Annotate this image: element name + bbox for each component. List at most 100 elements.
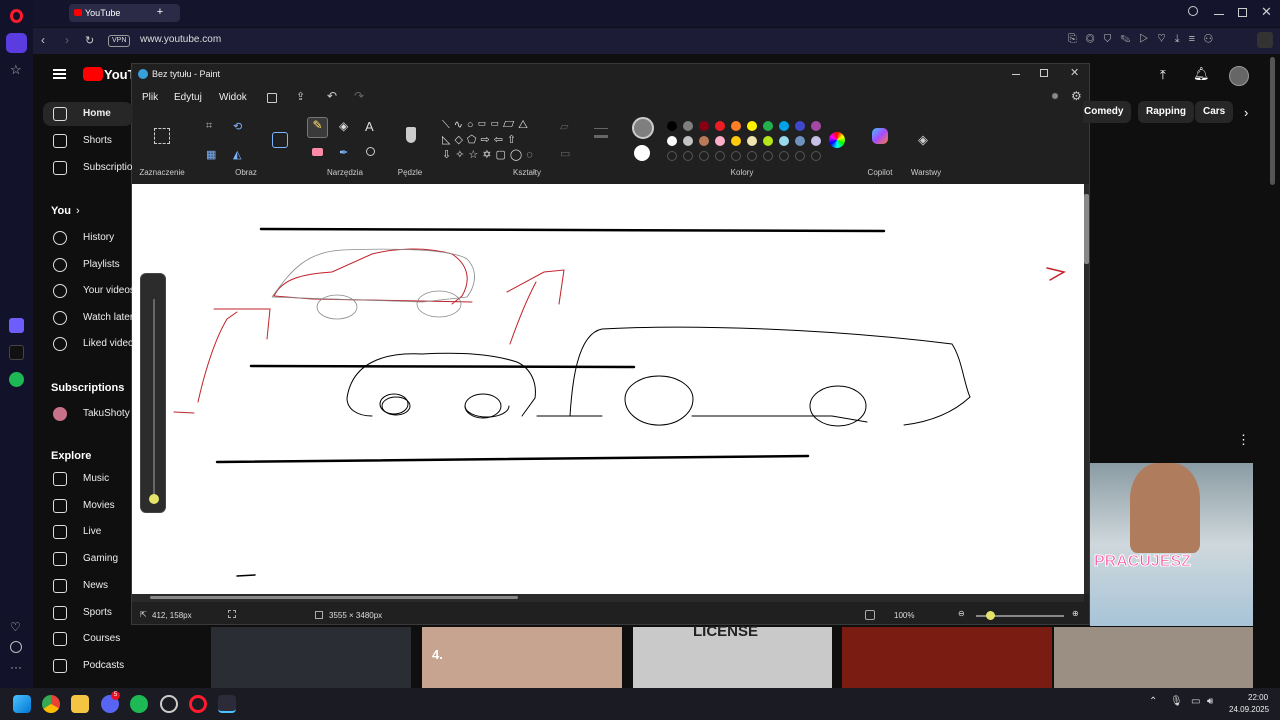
flip-icon[interactable]: ◭ [233, 148, 241, 161]
palette-color[interactable] [731, 136, 741, 146]
home-icon[interactable] [6, 33, 27, 53]
menu-file[interactable]: Plik [142, 92, 158, 103]
yt-you-item[interactable]: History [43, 226, 133, 250]
yt-scrollbar[interactable] [1270, 57, 1275, 185]
tiktok-icon[interactable] [9, 345, 24, 360]
palette-empty-slot[interactable] [811, 151, 821, 161]
yt-explore-item[interactable]: Courses [43, 627, 133, 651]
layers-icon[interactable]: ◈ [918, 132, 928, 148]
notifications-icon[interactable]: 🔔︎ [1193, 66, 1210, 82]
palette-color[interactable] [667, 136, 677, 146]
palette-color[interactable] [779, 136, 789, 146]
thumbnail-2[interactable]: 4. [422, 627, 622, 688]
palette-empty-slot[interactable] [795, 151, 805, 161]
palette-color[interactable] [763, 121, 773, 131]
yt-explore-item[interactable]: Podcasts [43, 654, 133, 678]
star-icon[interactable]: ☆ [10, 62, 22, 78]
yt-you-item[interactable]: Watch later [43, 306, 133, 330]
reload-icon[interactable]: ↻ [85, 34, 94, 47]
subscription-channel[interactable]: TakuShoty [43, 402, 133, 426]
yt-explore-item[interactable]: Music [43, 467, 133, 491]
palette-color[interactable] [683, 136, 693, 146]
paint-minimize-icon[interactable] [1012, 74, 1020, 75]
palette-color[interactable] [731, 121, 741, 131]
canvas-scroll-horizontal[interactable] [132, 594, 1084, 602]
clock-time[interactable]: 22:00 [1248, 693, 1268, 702]
paint-maximize-icon[interactable] [1040, 69, 1048, 77]
search-tabs-icon[interactable] [1188, 6, 1198, 16]
yt-you-item[interactable]: Your videos [43, 279, 133, 303]
maximize-icon[interactable] [1238, 8, 1247, 17]
heart-icon[interactable]: ♡ [10, 620, 21, 634]
palette-color[interactable] [667, 121, 677, 131]
menu-edit[interactable]: Edytuj [174, 92, 202, 103]
redo-icon[interactable]: ↷ [354, 89, 364, 103]
zoom-level[interactable]: 100% [894, 611, 914, 620]
zoom-out-icon[interactable]: ⊖ [958, 609, 965, 618]
drawing-canvas[interactable] [132, 184, 1084, 594]
brush-icon[interactable] [406, 127, 416, 143]
microphone-icon[interactable]: 🎙︎ [1170, 696, 1183, 707]
subscriptions-header[interactable]: Subscriptions [51, 382, 124, 394]
palette-empty-slot[interactable] [683, 151, 693, 161]
undo-icon[interactable]: ↶ [327, 89, 337, 103]
palette-empty-slot[interactable] [699, 151, 709, 161]
chips-next-icon[interactable]: › [1244, 105, 1248, 120]
back-icon[interactable]: ‹ [41, 33, 45, 47]
palette-color[interactable] [811, 136, 821, 146]
palette-color[interactable] [715, 136, 725, 146]
brush-size-slider[interactable] [140, 273, 166, 513]
windows-start-icon[interactable] [13, 695, 31, 713]
opera-taskbar-icon[interactable] [189, 695, 207, 713]
secondary-color-swatch[interactable] [634, 145, 650, 161]
size-icon[interactable] [594, 128, 608, 138]
network-icon[interactable]: ▭ [1191, 696, 1200, 707]
forward-icon[interactable]: › [65, 33, 69, 47]
menu-view[interactable]: Widok [219, 92, 247, 103]
more-icon[interactable]: ··· [10, 660, 22, 674]
eraser-icon[interactable] [312, 148, 323, 156]
zoom-in-icon[interactable]: ⊕ [1072, 609, 1079, 618]
palette-color[interactable] [747, 121, 757, 131]
menu-icon[interactable] [53, 69, 66, 79]
yt-nav-shorts[interactable]: Shorts [43, 129, 133, 153]
palette-empty-slot[interactable] [667, 151, 677, 161]
upload-icon[interactable]: ⤒ [1160, 67, 1166, 83]
outline-icon[interactable]: ▱ [560, 120, 568, 133]
yt-nav-subscriptions[interactable]: Subscriptions [43, 156, 133, 180]
thumbnail-1[interactable] [211, 627, 411, 688]
slider-thumb[interactable] [149, 494, 159, 504]
yt-you-item[interactable]: Playlists [43, 253, 133, 277]
palette-empty-slot[interactable] [779, 151, 789, 161]
extensions-icons[interactable]: ⎘◎⛉✎▷♡⤓≡⚇ [1068, 33, 1222, 46]
discord-icon[interactable]: 5 [101, 691, 120, 713]
clock-date[interactable]: 24.09.2025 [1229, 705, 1269, 714]
opera-logo[interactable] [10, 9, 23, 23]
opera-side-panel-icon[interactable] [1257, 32, 1273, 48]
palette-color[interactable] [715, 121, 725, 131]
chip-cars[interactable]: Cars [1195, 101, 1234, 123]
youtube-logo[interactable] [83, 67, 103, 81]
chrome-icon[interactable] [42, 695, 60, 713]
history-clock-icon[interactable] [10, 641, 22, 653]
palette-empty-slot[interactable] [747, 151, 757, 161]
primary-color-swatch[interactable] [632, 117, 654, 139]
avatar[interactable] [1229, 66, 1249, 86]
palette-color[interactable] [683, 121, 693, 131]
zoom-slider[interactable] [976, 611, 1064, 620]
paint-close-icon[interactable]: ✕ [1070, 66, 1079, 79]
account-icon[interactable] [1052, 93, 1058, 99]
share-icon[interactable]: ⇪ [296, 90, 305, 103]
you-header[interactable]: You [51, 205, 71, 217]
aria-icon[interactable] [9, 318, 24, 333]
yt-explore-item[interactable]: Live [43, 520, 133, 544]
video-thumbnail[interactable]: PRACUJESZ [1090, 463, 1253, 626]
thumbnail-4[interactable] [842, 627, 1052, 688]
image-select-icon[interactable] [272, 132, 288, 148]
pencil-icon[interactable]: ✎ [307, 117, 328, 138]
text-icon[interactable]: A [365, 119, 374, 134]
new-tab-icon[interactable]: + [153, 5, 167, 19]
yt-explore-item[interactable]: Movies [43, 494, 133, 518]
spotify-icon[interactable] [9, 372, 24, 387]
shapes-gallery[interactable]: ⟍∿○▭▭▱△ ◺◇⬠⇨⇦⇧ ⇩✧☆✡▢◯◌ [442, 118, 546, 164]
